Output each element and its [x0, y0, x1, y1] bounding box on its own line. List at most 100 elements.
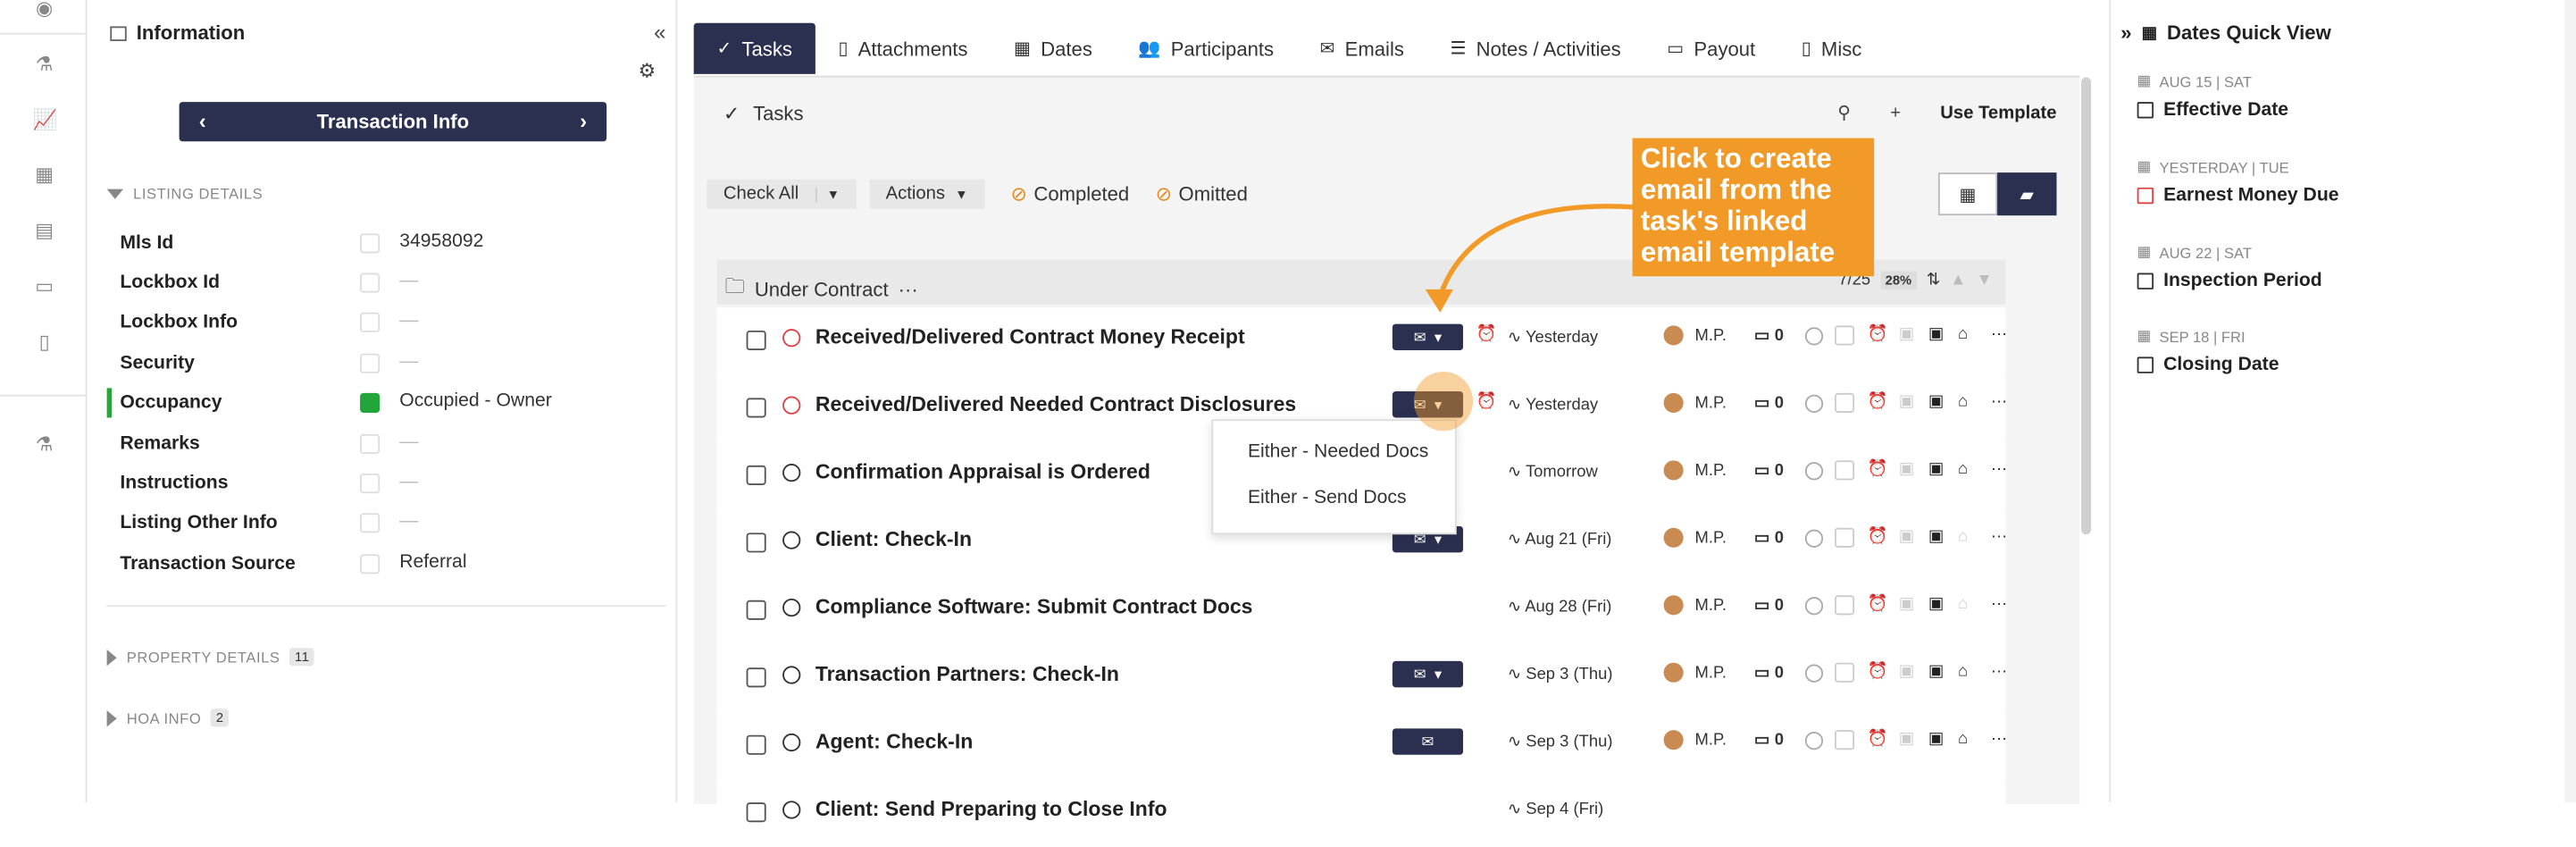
assignee[interactable]: M.P. [1695, 395, 1727, 413]
status-circle-icon[interactable] [782, 666, 801, 684]
chevron-up-icon[interactable]: ▲ [1950, 272, 1966, 289]
task-title[interactable]: Agent: Check-In [815, 730, 973, 753]
contact-icon[interactable]: ▣ [1928, 528, 1944, 546]
field-checkbox[interactable] [360, 513, 381, 533]
more-icon[interactable]: ··· [1991, 393, 2007, 411]
status-circle-icon[interactable] [782, 396, 801, 415]
chevron-down-icon[interactable]: ▼ [1976, 272, 1992, 289]
use-template-button[interactable]: Use Template [1940, 103, 2056, 122]
square-icon[interactable] [1834, 730, 1855, 751]
tab-attachments[interactable]: ▯ Attachments [815, 23, 991, 74]
contact-icon[interactable]: ▣ [1928, 325, 1944, 343]
task-checkbox[interactable] [746, 802, 766, 823]
task-row[interactable]: Client: Send Preparing to Close Info ∿ S… [716, 779, 2006, 847]
add-icon[interactable]: + [1890, 103, 1901, 122]
contact-icon[interactable]: ▣ [1928, 460, 1944, 478]
dropdown-option[interactable]: Either - Needed Docs [1248, 442, 1428, 462]
lock-icon[interactable]: ▣ [1899, 393, 1914, 411]
comments[interactable]: ▭ 0 [1754, 732, 1784, 750]
assignee[interactable]: M.P. [1695, 732, 1727, 750]
due-date[interactable]: ∿ Aug 21 (Fri) [1508, 531, 1612, 549]
tab-dates[interactable]: ▦ Dates [991, 23, 1115, 74]
more-icon[interactable]: ··· [1991, 730, 2007, 748]
due-date[interactable]: ∿ Yesterday [1508, 329, 1598, 347]
next-arrow-icon[interactable]: › [580, 108, 587, 133]
dashboard-icon[interactable]: ◉ [33, 0, 56, 20]
status-circle-icon[interactable] [1804, 664, 1824, 683]
completed-filter[interactable]: ⊘ Completed [1011, 182, 1130, 205]
more-icon[interactable]: ··· [899, 277, 918, 300]
date-item[interactable]: ▦ YESTERDAY | TUE Earnest Money Due [2137, 158, 2339, 205]
tab-tasks[interactable]: ✓ Tasks [693, 22, 815, 74]
listing-details-section[interactable]: LISTING DETAILS [106, 186, 263, 202]
due-date[interactable]: ∿ Aug 28 (Fri) [1508, 599, 1612, 616]
tab-misc[interactable]: ▯ Misc [1778, 23, 1885, 74]
due-date[interactable]: ∿ Sep 4 (Fri) [1508, 801, 1603, 818]
status-circle-icon[interactable] [1804, 462, 1824, 481]
house-icon[interactable]: ⌂ [1958, 460, 1968, 478]
tab-notes-activities[interactable]: ☰ Notes / Activities [1427, 23, 1644, 74]
omitted-filter[interactable]: ⊘ Omitted [1156, 182, 1248, 205]
house-icon[interactable]: ⌂ [1958, 528, 1968, 546]
more-icon[interactable]: ··· [1991, 528, 2007, 546]
more-icon[interactable]: ··· [1991, 460, 2007, 478]
task-row[interactable]: Agent: Check-In ✉ ∿ Sep 3 (Thu) M.P. ▭ 0 … [716, 711, 2007, 780]
task-title[interactable]: Transaction Partners: Check-In [815, 663, 1119, 686]
alarm-icon[interactable]: ⏰ [1868, 730, 1888, 748]
status-circle-icon[interactable] [782, 531, 801, 549]
status-circle-icon[interactable] [1804, 327, 1824, 346]
hoa-info-section[interactable]: HOA INFO 2 [106, 709, 230, 727]
status-circle-icon[interactable] [1804, 597, 1824, 616]
task-title[interactable]: Compliance Software: Submit Contract Doc… [815, 595, 1253, 618]
dropdown-option[interactable]: Either - Send Docs [1248, 489, 1407, 508]
prev-arrow-icon[interactable]: ‹ [199, 108, 206, 133]
more-icon[interactable]: ··· [1991, 663, 2007, 681]
property-details-section[interactable]: PROPERTY DETAILS 11 [106, 648, 314, 667]
contact-icon[interactable]: ▣ [1928, 595, 1944, 613]
lock-icon[interactable]: ▣ [1899, 730, 1914, 748]
task-row[interactable]: Received/Delivered Contract Money Receip… [716, 307, 2007, 375]
task-checkbox[interactable] [746, 398, 766, 418]
field-checkbox[interactable] [360, 312, 381, 332]
status-circle-icon[interactable] [782, 464, 801, 482]
house-icon[interactable]: ⌂ [1958, 663, 1968, 681]
collapse-left-icon[interactable]: « [654, 20, 665, 45]
task-checkbox[interactable] [746, 734, 766, 755]
task-row[interactable]: Compliance Software: Submit Contract Doc… [716, 577, 2007, 645]
assignee[interactable]: M.P. [1695, 462, 1727, 480]
calendar-view-button[interactable]: ▦ [1937, 172, 1998, 216]
field-checkbox[interactable] [360, 392, 381, 413]
flask-icon[interactable]: ⚗ [33, 53, 56, 76]
comments[interactable]: ▭ 0 [1754, 597, 1784, 615]
house-icon[interactable]: ⌂ [1958, 325, 1968, 343]
tab-emails[interactable]: ✉ Emails [1297, 23, 1427, 74]
lock-icon[interactable]: ▣ [1899, 325, 1914, 343]
alarm-icon[interactable]: ⏰ [1868, 528, 1888, 546]
square-icon[interactable] [1834, 662, 1855, 683]
tab-payout[interactable]: ▭ Payout [1643, 23, 1777, 74]
task-title[interactable]: Received/Delivered Contract Money Receip… [815, 325, 1245, 348]
document-icon[interactable]: ▯ [33, 331, 56, 354]
task-checkbox[interactable] [746, 330, 766, 351]
assignee[interactable]: M.P. [1695, 327, 1727, 345]
square-icon[interactable] [1834, 392, 1855, 413]
task-title[interactable]: Confirmation Appraisal is Ordered [815, 460, 1150, 483]
lock-icon[interactable]: ▣ [1899, 663, 1914, 681]
tab-participants[interactable]: 👥 Participants [1116, 23, 1297, 74]
email-template-button[interactable]: ✉ [1392, 728, 1464, 755]
task-row[interactable]: Transaction Partners: Check-In ✉ ▾ ∿ Sep … [716, 644, 2007, 712]
date-item[interactable]: ▦ AUG 15 | SAT Effective Date [2137, 72, 2288, 120]
house-icon[interactable]: ⌂ [1958, 393, 1968, 411]
alarm-icon[interactable]: ⏰ [1868, 325, 1888, 343]
assignee[interactable]: M.P. [1695, 597, 1727, 615]
search-icon[interactable]: ⚲ [1837, 102, 1851, 123]
task-title[interactable]: Received/Delivered Needed Contract Discl… [815, 393, 1296, 416]
status-circle-icon[interactable] [1804, 529, 1824, 548]
square-icon[interactable] [1834, 527, 1855, 548]
building-icon[interactable]: ▤ [33, 219, 56, 242]
chevron-down-icon[interactable]: ▼ [815, 186, 840, 202]
status-circle-icon[interactable] [782, 598, 801, 617]
comments[interactable]: ▭ 0 [1754, 395, 1784, 413]
task-checkbox[interactable] [746, 533, 766, 553]
sort-icon[interactable]: ⇅ [1927, 272, 1940, 289]
